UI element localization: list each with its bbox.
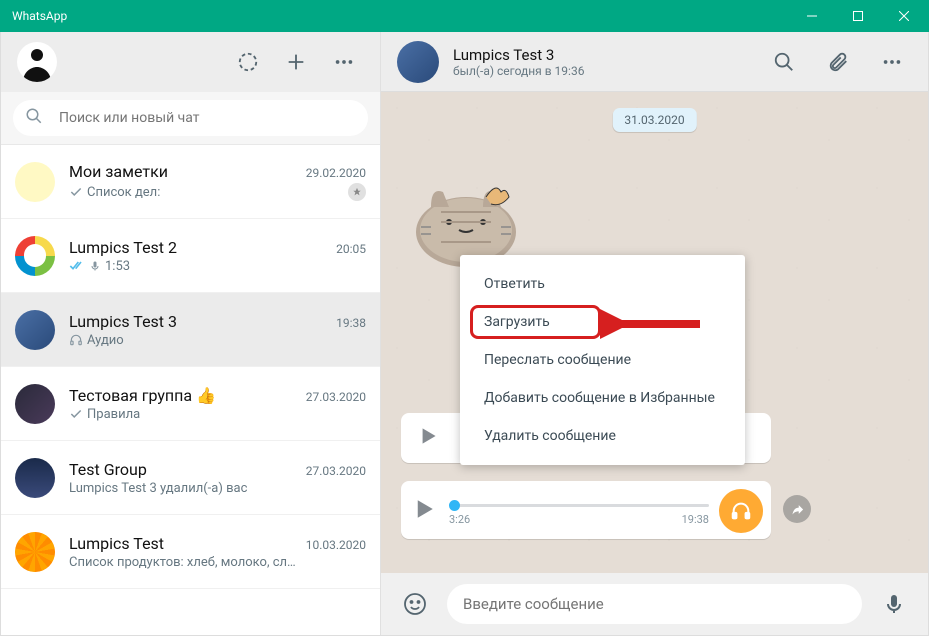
menu-reply[interactable]: Ответить: [460, 265, 745, 303]
message-input[interactable]: [447, 584, 862, 624]
audio-message-2[interactable]: 3:26 19:38: [401, 481, 771, 539]
search-container: [1, 92, 380, 145]
avatar: [15, 458, 55, 498]
chat-time: 20:05: [336, 242, 366, 256]
new-chat-icon[interactable]: [276, 42, 316, 82]
status-icon[interactable]: [228, 42, 268, 82]
composer: [381, 573, 928, 635]
play-icon[interactable]: [415, 423, 441, 453]
headphones-icon: [69, 333, 83, 347]
avatar: [15, 310, 55, 350]
date-badge: 31.03.2020: [612, 108, 696, 132]
attach-icon[interactable]: [818, 42, 858, 82]
chat-item-testgroup-en[interactable]: Test Group27.03.2020 Lumpics Test 3 удал…: [1, 441, 380, 515]
sidebar: Мои заметки29.02.2020 Список дел: Lumpic…: [1, 32, 381, 635]
menu-download[interactable]: Загрузить: [460, 303, 745, 341]
sticker-message[interactable]: [401, 152, 531, 272]
pin-icon: [348, 183, 366, 201]
play-icon[interactable]: [409, 494, 439, 528]
chat-time: 29.02.2020: [306, 166, 366, 180]
chat-name: Мои заметки: [69, 162, 168, 181]
emoji-icon[interactable]: [395, 584, 435, 624]
titlebar: WhatsApp: [0, 0, 929, 32]
audio-avatar-headphones-icon: [719, 489, 763, 533]
chat-time: 19:38: [336, 316, 366, 330]
audio-track[interactable]: 3:26 19:38: [449, 496, 709, 526]
contact-name: Lumpics Test 3: [453, 46, 750, 64]
menu-delete[interactable]: Удалить сообщение: [460, 417, 745, 455]
chat-item-lumpics2[interactable]: Lumpics Test 220:05 1:53: [1, 219, 380, 293]
context-menu: Ответить Загрузить Переслать сообщение Д…: [460, 255, 745, 465]
chat-item-notes[interactable]: Мои заметки29.02.2020 Список дел:: [1, 145, 380, 219]
search-icon: [25, 107, 43, 129]
chat-menu-icon[interactable]: [872, 42, 912, 82]
chat-list[interactable]: Мои заметки29.02.2020 Список дел: Lumpic…: [1, 145, 380, 635]
check-icon: [69, 185, 83, 199]
chat-time: 27.03.2020: [306, 390, 366, 404]
sidebar-header: [1, 32, 380, 92]
profile-avatar[interactable]: [17, 42, 57, 82]
mic-icon: [89, 259, 101, 273]
menu-forward[interactable]: Переслать сообщение: [460, 341, 745, 379]
close-button[interactable]: [881, 0, 927, 32]
menu-icon[interactable]: [324, 42, 364, 82]
chat-item-testgroup-ru[interactable]: Тестовая группа 👍27.03.2020 Правила: [1, 367, 380, 441]
chat-time: 27.03.2020: [306, 464, 366, 478]
chat-name: Lumpics Test 3: [69, 312, 177, 331]
forward-icon[interactable]: [783, 495, 811, 523]
chat-search-icon[interactable]: [764, 42, 804, 82]
chat-name: Lumpics Test: [69, 534, 164, 553]
avatar: [15, 236, 55, 276]
audio-elapsed: 3:26: [449, 513, 470, 526]
maximize-button[interactable]: [835, 0, 881, 32]
contact-status: был(-а) сегодня в 19:36: [453, 64, 750, 78]
chat-name: Test Group: [69, 460, 147, 479]
check-icon: [69, 407, 83, 421]
chat-time: 10.03.2020: [306, 538, 366, 552]
chat-name: Lumpics Test 2: [69, 238, 177, 257]
avatar: [15, 162, 55, 202]
voice-record-icon[interactable]: [874, 584, 914, 624]
chat-item-lumpics3[interactable]: Lumpics Test 319:38 Аудио: [1, 293, 380, 367]
search-input[interactable]: [59, 110, 356, 126]
contact-avatar[interactable]: [397, 41, 439, 83]
app-title: WhatsApp: [2, 9, 789, 23]
audio-timestamp: 19:38: [682, 513, 709, 526]
minimize-button[interactable]: [789, 0, 835, 32]
chat-item-lumpics[interactable]: Lumpics Test10.03.2020 Список продуктов:…: [1, 515, 380, 589]
avatar: [15, 384, 55, 424]
delivered-icon: [69, 260, 85, 272]
menu-star[interactable]: Добавить сообщение в Избранные: [460, 379, 745, 417]
avatar: [15, 532, 55, 572]
chat-header: Lumpics Test 3 был(-а) сегодня в 19:36: [381, 32, 928, 92]
chat-name: Тестовая группа 👍: [69, 386, 216, 405]
